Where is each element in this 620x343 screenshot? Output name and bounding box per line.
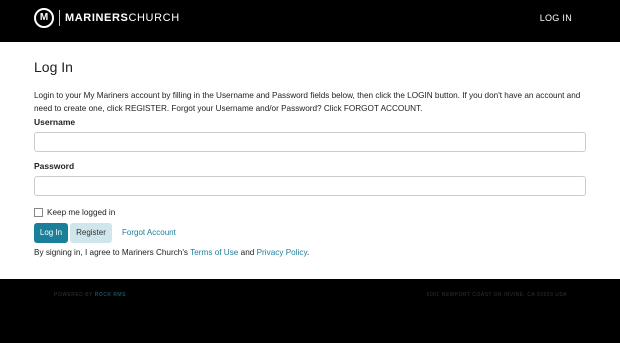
logo-text-bold: MARINERS [65, 12, 129, 24]
mariners-church-logo[interactable]: M MARINERSCHURCH [34, 8, 180, 28]
username-label: Username [34, 117, 76, 127]
login-panel: Log In Login to your My Mariners account… [0, 42, 620, 279]
logo-text-light: CHURCH [128, 12, 180, 24]
password-input[interactable] [34, 176, 586, 196]
terms-of-use-link[interactable]: Terms of Use [190, 248, 238, 257]
site-header: M MARINERSCHURCH LOG IN [0, 0, 620, 42]
site-footer: POWERED BY ROCK RMS 5001 NEWPORT COAST D… [0, 279, 620, 343]
header-login-link[interactable]: LOG IN [540, 13, 572, 23]
agreement-prefix: By signing in, I agree to Mariners Churc… [34, 248, 191, 257]
powered-by: POWERED BY ROCK RMS [54, 292, 126, 298]
agreement-suffix: . [306, 248, 310, 257]
keep-logged-in-checkbox[interactable] [34, 207, 43, 217]
agreement-text: By signing in, I agree to Mariners Churc… [34, 248, 586, 257]
keep-logged-in-label[interactable]: Keep me logged in [47, 208, 115, 217]
intro-text: Login to your My Mariners account by fil… [34, 91, 581, 113]
keep-logged-in-row: Keep me logged in [34, 206, 586, 218]
rock-rms-link[interactable]: ROCK RMS [95, 292, 126, 298]
agreement-and: and [238, 248, 257, 257]
forgot-account-button[interactable]: Forgot Account [120, 223, 178, 243]
password-label: Password [34, 161, 75, 171]
logo-mark-icon: M [34, 8, 54, 28]
logo-text: MARINERSCHURCH [65, 12, 180, 24]
logo-divider [59, 10, 60, 26]
username-input[interactable] [34, 132, 586, 152]
button-row: Log In Register Forgot Account [34, 223, 586, 243]
powered-by-label: POWERED BY [54, 292, 93, 298]
register-button[interactable]: Register [70, 223, 112, 243]
page-title: Log In [34, 59, 73, 75]
privacy-policy-link[interactable]: Privacy Policy [257, 248, 307, 257]
login-button[interactable]: Log In [34, 223, 68, 243]
footer-address: 5001 NEWPORT COAST DR IRVINE, CA 92603 U… [426, 292, 567, 298]
